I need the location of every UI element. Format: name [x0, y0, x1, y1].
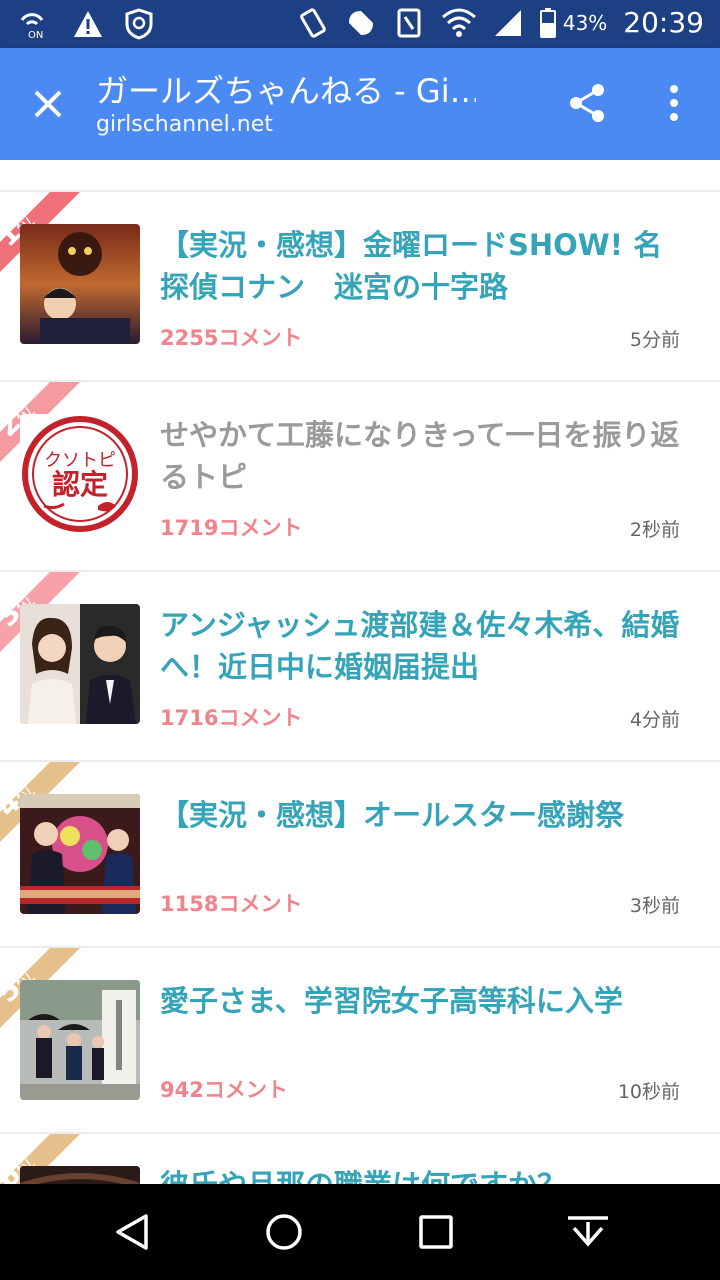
list-item[interactable]: 3位 アンジャッシュ渡部建＆佐々木希、結婚へ！近日中に婚姻届提出 1716コメン…	[0, 572, 720, 762]
topic-thumbnail: クソトピ 認定	[20, 414, 140, 534]
topic-thumbnail	[20, 224, 140, 344]
shield-icon	[125, 8, 153, 40]
battery-percent: 43%	[562, 10, 608, 35]
topic-thumbnail	[20, 794, 140, 914]
timestamp: 4分前	[629, 709, 680, 731]
nfc-icon	[397, 8, 421, 37]
warning-icon	[74, 11, 102, 37]
page-url: girlschannel.net	[96, 112, 273, 137]
timestamp: 2秒前	[629, 519, 680, 541]
list-item[interactable]: 4位 【実況・感想】オールスター感謝祭 1158コメント 3秒前	[0, 762, 720, 948]
ranking-list: 1位 【実況・感想】金曜ロードSHOW! 名探偵コナン 迷宮の十字路 2255コ…	[0, 160, 720, 1184]
clock: 20:39	[623, 6, 704, 39]
svg-text:認定: 認定	[52, 468, 108, 501]
list-item[interactable]: 1位 【実況・感想】金曜ロードSHOW! 名探偵コナン 迷宮の十字路 2255コ…	[0, 192, 720, 382]
data-saver-icon	[348, 10, 373, 35]
share-icon[interactable]	[566, 82, 608, 124]
comment-count: 942コメント	[160, 1078, 288, 1102]
topic-title[interactable]: 愛子さま、学習院女子高等科に入学	[160, 980, 690, 1022]
custom-tab-toolbar: ガールズちゃんねる - Gi… girlschannel.net	[0, 48, 720, 160]
comment-count: 1716コメント	[160, 706, 303, 730]
more-options-icon[interactable]	[660, 82, 688, 124]
nfc-on-icon: ON	[20, 13, 43, 40]
list-item[interactable]: 6位 彼氏や旦那の職業は何ですか？	[0, 1134, 720, 1184]
list-item[interactable]: 2位 クソトピ 認定 せやかて工藤になりきって一日を振り返るトピ 1719コメン…	[0, 382, 720, 572]
topic-title[interactable]: 彼氏や旦那の職業は何ですか？	[160, 1164, 690, 1184]
timestamp: 5分前	[629, 329, 680, 351]
signal-icon	[494, 9, 521, 36]
topic-title[interactable]: アンジャッシュ渡部建＆佐々木希、結婚へ！近日中に婚姻届提出	[160, 604, 690, 688]
topic-title[interactable]: 【実況・感想】金曜ロードSHOW! 名探偵コナン 迷宮の十字路	[160, 224, 690, 308]
hide-keyboard-icon[interactable]	[564, 1212, 612, 1252]
vibrate-icon	[300, 7, 326, 38]
battery-icon	[539, 7, 556, 38]
close-icon[interactable]	[28, 84, 68, 124]
topic-title[interactable]: せやかて工藤になりきって一日を振り返るトピ	[160, 414, 690, 498]
topic-thumbnail	[20, 980, 140, 1100]
list-item[interactable]: 5位 愛子さま、学習院女子高等科に入学 942コメント 10秒前	[0, 948, 720, 1134]
topic-thumbnail	[20, 604, 140, 724]
timestamp: 10秒前	[617, 1081, 680, 1103]
comment-count: 1719コメント	[160, 516, 303, 540]
timestamp: 3秒前	[629, 895, 680, 917]
recents-icon[interactable]	[418, 1212, 454, 1252]
wifi-icon	[441, 8, 476, 37]
topic-thumbnail	[20, 1166, 140, 1184]
comment-count: 1158コメント	[160, 892, 303, 916]
status-bar: ON 43% 20:39	[0, 0, 720, 48]
page-title: ガールズちゃんねる - Gi…	[96, 72, 476, 110]
svg-text:ON: ON	[28, 30, 43, 40]
home-icon[interactable]	[264, 1212, 304, 1252]
comment-count: 2255コメント	[160, 326, 303, 350]
back-icon[interactable]	[112, 1212, 152, 1252]
topic-title[interactable]: 【実況・感想】オールスター感謝祭	[160, 794, 690, 836]
navigation-bar	[0, 1184, 720, 1280]
